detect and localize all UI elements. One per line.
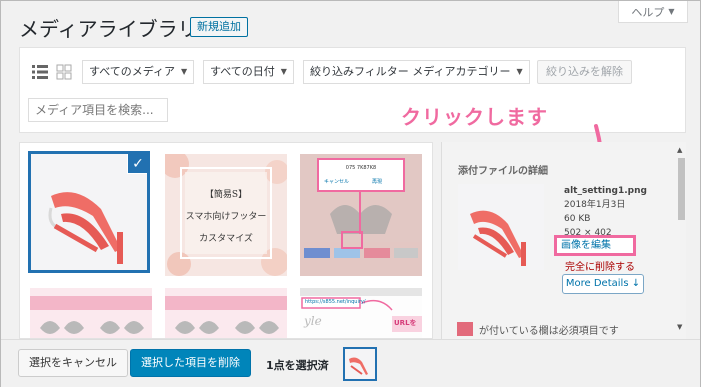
details-thumbnail <box>458 184 544 270</box>
details-filename: alt_setting1.png <box>564 186 647 196</box>
dialog-ok: 再現 <box>372 179 383 185</box>
chevron-down-icon: ▼ <box>280 67 287 76</box>
more-details-button[interactable]: More Details ↓ <box>562 274 644 294</box>
required-fields-note: が付いている欄は必須項目です <box>457 320 677 338</box>
details-title: 添付ファイルの詳細 <box>458 166 548 177</box>
thumb-url: https://s855.net/inquiry/ <box>305 299 366 305</box>
bulk-select-footer: 選択をキャンセル 選択した項目を削除 1点を選択済 <box>1 339 700 387</box>
edit-image-link[interactable]: 画像を編集 <box>554 235 636 256</box>
scroll-up-icon[interactable]: ▲ <box>677 146 682 154</box>
details-date: 2018年1月3日 <box>564 200 626 210</box>
scroll-down-icon[interactable]: ▼ <box>677 323 682 331</box>
grid-view-icon[interactable] <box>56 64 72 80</box>
chevron-down-icon: ▼ <box>516 67 523 76</box>
chevron-down-icon: ▼ <box>668 7 675 16</box>
date-select[interactable]: すべての日付 ▼ <box>203 60 294 84</box>
scrollbar-thumb[interactable] <box>678 158 685 220</box>
thumb-text-line1: 【簡易S】 <box>204 190 248 200</box>
cancel-selection-button[interactable]: 選択をキャンセル <box>18 349 128 377</box>
leaf-pattern-image <box>165 288 287 338</box>
details-meta: alt_setting1.png 2018年1月3日 60 KB 502 × 4… <box>564 184 647 240</box>
selected-check-icon[interactable]: ✓ <box>127 154 147 174</box>
media-item-footer-custom[interactable]: 【簡易S】 スマホ向けフッター カスタマイズ <box>165 154 287 276</box>
list-view-icon[interactable] <box>32 64 48 80</box>
media-type-value: すべてのメディア <box>89 65 176 78</box>
required-swatch-icon <box>457 322 473 336</box>
media-item-sandal[interactable]: ✓ <box>28 151 150 273</box>
leaf-pattern-image <box>30 288 152 338</box>
help-tab[interactable]: ヘルプ ▼ <box>618 1 688 23</box>
screenshot-image <box>300 154 422 276</box>
filter-reset-button[interactable]: 絞り込みを解除 <box>537 60 632 84</box>
selection-count: 1点を選択済 <box>266 359 329 372</box>
dialog-code: 075 7K87K8 <box>345 165 377 171</box>
help-label: ヘルプ <box>631 5 665 19</box>
media-search-input[interactable]: メディア項目を検索... <box>28 98 168 122</box>
media-item-url-screenshot[interactable]: https://s855.net/inquiry/ URLを yle <box>300 288 422 338</box>
media-item-screenshot-dialog[interactable]: 075 7K87K8 キャンセル 再現 <box>300 154 422 276</box>
sandal-mini-image <box>345 349 375 379</box>
media-item-pink-leaves[interactable] <box>30 288 152 338</box>
page-title: メディアライブラリ <box>19 17 198 41</box>
chevron-down-icon: ▼ <box>181 67 188 76</box>
thumb-url-note: URLを <box>394 319 417 327</box>
date-value: すべての日付 <box>210 65 275 78</box>
delete-selected-button[interactable]: 選択した項目を削除 <box>130 349 251 377</box>
media-item-pink-leaves-2[interactable] <box>165 288 287 338</box>
category-value: 絞り込みフィルター メディアカテゴリー <box>310 65 511 78</box>
add-new-button[interactable]: 新規追加 <box>190 17 248 37</box>
media-type-select[interactable]: すべてのメディア ▼ <box>82 60 195 84</box>
delete-permanently-link[interactable]: 完全に削除する <box>565 258 635 273</box>
media-grid: ✓ 【簡易S】 スマホ向けフッター カスタマイズ 075 7K87K8 キャンセ… <box>19 142 433 339</box>
media-library-window: ヘルプ ▼ メディアライブラリ 新規追加 すべてのメディア ▼ すべての日付 ▼… <box>0 0 701 387</box>
required-fields-text: が付いている欄は必須項目です <box>479 325 619 337</box>
category-select[interactable]: 絞り込みフィルター メディアカテゴリー ▼ <box>303 60 530 84</box>
selected-mini-thumbnail[interactable] <box>343 347 377 381</box>
thumb-text-line3: カスタマイズ <box>199 234 253 244</box>
dialog-cancel: キャンセル <box>324 179 350 185</box>
thumb-text-line2: スマホ向けフッター <box>185 212 267 222</box>
details-size: 60 KB <box>564 214 591 224</box>
